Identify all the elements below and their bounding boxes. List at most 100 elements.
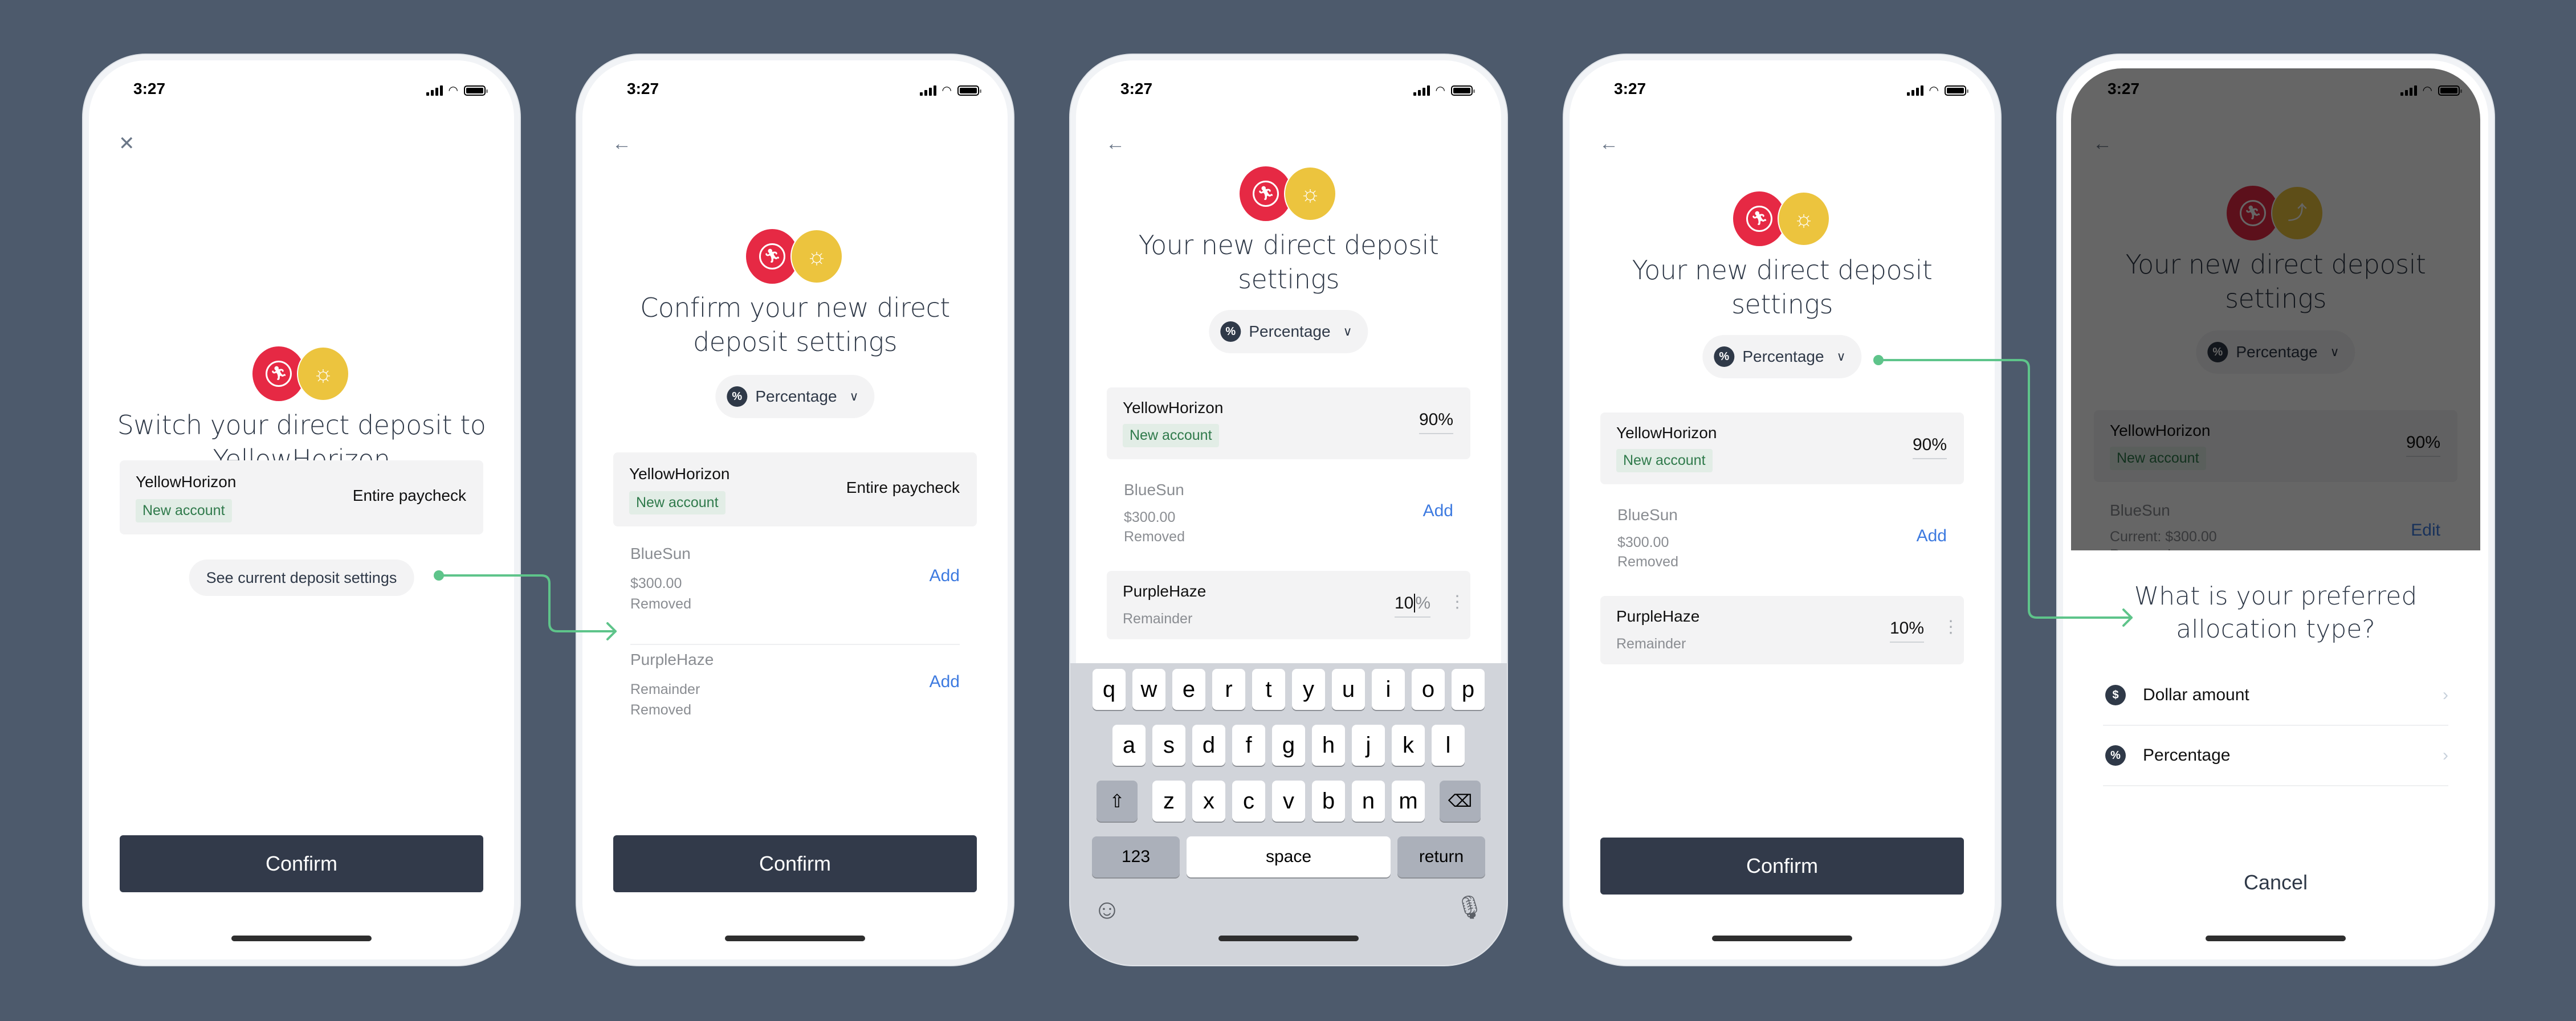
key-q[interactable]: q <box>1093 669 1126 710</box>
add-account-button[interactable]: Add <box>1917 526 1947 546</box>
more-options-icon[interactable]: ⋮ <box>1942 619 1959 636</box>
battery-icon <box>464 85 488 96</box>
shift-key[interactable]: ⇧ <box>1097 781 1138 822</box>
modal-overlay[interactable] <box>2071 68 2480 550</box>
key-x[interactable]: x <box>1192 781 1225 822</box>
remainder-account-card: PurpleHaze Remainder 10% ⋮ <box>1600 596 1964 664</box>
key-n[interactable]: n <box>1352 781 1385 822</box>
confirm-button[interactable]: Confirm <box>120 835 483 892</box>
status-bar: 3:27 ◠ <box>1070 80 1507 103</box>
wifi-icon: ◠ <box>448 84 458 97</box>
key-d[interactable]: d <box>1192 725 1225 766</box>
back-arrow-icon[interactable]: ← <box>612 132 635 155</box>
key-c[interactable]: c <box>1232 781 1265 822</box>
see-current-settings-button[interactable]: See current deposit settings <box>189 559 414 596</box>
account-sub: Remainder <box>1123 611 1193 627</box>
keyboard-bottom-icons: ☺ 🎙︎ <box>1093 894 1484 925</box>
new-account-badge: New account <box>1616 449 1713 472</box>
key-b[interactable]: b <box>1312 781 1345 822</box>
allocation-type-label: Percentage <box>1742 348 1824 365</box>
key-r[interactable]: r <box>1212 669 1245 710</box>
page-title: Your new direct deposit settings <box>1138 230 1439 295</box>
option-percentage[interactable]: % Percentage › <box>2103 726 2448 786</box>
account-name: YellowHorizon <box>629 465 730 483</box>
space-key[interactable]: space <box>1187 836 1391 877</box>
chevron-right-icon: › <box>2443 746 2448 765</box>
key-u[interactable]: u <box>1332 669 1365 710</box>
key-p[interactable]: p <box>1452 669 1485 710</box>
allocation-type-label: Percentage <box>755 387 837 405</box>
key-j[interactable]: j <box>1352 725 1385 766</box>
wifi-icon: ◠ <box>1435 84 1445 97</box>
chevron-down-icon: ∨ <box>1343 324 1352 338</box>
key-w[interactable]: w <box>1132 669 1165 710</box>
page-title: Your new direct deposit settings <box>1632 255 1933 320</box>
key-m[interactable]: m <box>1392 781 1425 822</box>
account-name: PurpleHaze <box>1616 607 1700 625</box>
percentage-input[interactable]: 10% <box>1889 619 1924 643</box>
key-l[interactable]: l <box>1432 725 1465 766</box>
account-status: Removed <box>1124 529 1185 545</box>
key-s[interactable]: s <box>1152 725 1185 766</box>
signal-icon <box>1906 85 1923 96</box>
chevron-right-icon: › <box>2443 685 2448 704</box>
emoji-icon[interactable]: ☺ <box>1093 894 1121 925</box>
new-account-badge: New account <box>629 491 725 514</box>
battery-icon <box>957 85 981 96</box>
status-bar: 3:27 ◠ <box>577 80 1013 103</box>
key-z[interactable]: z <box>1152 781 1185 822</box>
more-options-icon[interactable]: ⋮ <box>1449 594 1466 611</box>
percentage-input-focused[interactable]: 10% <box>1394 594 1430 618</box>
percent-icon: % <box>1714 346 1735 367</box>
new-account-badge: New account <box>136 499 232 522</box>
confirm-button[interactable]: Confirm <box>1600 838 1964 895</box>
key-a[interactable]: a <box>1112 725 1146 766</box>
cancel-button[interactable]: Cancel <box>2071 871 2480 895</box>
add-account-button[interactable]: Add <box>930 672 960 692</box>
confirm-button[interactable]: Confirm <box>613 835 977 892</box>
microphone-icon[interactable]: 🎙︎ <box>1455 894 1484 925</box>
account-name: YellowHorizon <box>1616 424 1717 442</box>
sun-logo-icon: ☼ <box>1778 191 1830 246</box>
return-key[interactable]: return <box>1397 836 1485 877</box>
home-indicator <box>231 936 372 941</box>
status-bar: 3:27 ◠ <box>1564 80 2000 103</box>
backspace-key[interactable]: ⌫ <box>1440 781 1481 822</box>
allocation-type-dropdown[interactable]: % Percentage ∨ <box>1209 310 1368 353</box>
account-sub: Remainder <box>1616 636 1686 652</box>
status-time: 3:27 <box>133 80 166 97</box>
account-name: PurpleHaze <box>1123 582 1207 600</box>
add-account-button[interactable]: Add <box>1423 501 1453 521</box>
percentage-input[interactable]: 90% <box>1419 410 1453 434</box>
dollar-icon: $ <box>2105 685 2126 705</box>
key-e[interactable]: e <box>1172 669 1205 710</box>
key-i[interactable]: i <box>1372 669 1405 710</box>
add-account-button[interactable]: Add <box>930 566 960 586</box>
key-v[interactable]: v <box>1272 781 1305 822</box>
account-amount: Remainder <box>630 681 700 697</box>
percentage-input[interactable]: 90% <box>1912 435 1947 459</box>
signal-icon <box>919 85 936 96</box>
allocation-type-dropdown[interactable]: % Percentage ∨ <box>715 375 875 418</box>
back-arrow-icon[interactable]: ← <box>1106 132 1128 155</box>
option-dollar-amount[interactable]: $ Dollar amount › <box>2103 665 2448 726</box>
key-o[interactable]: o <box>1412 669 1445 710</box>
sheet-title: What is your preferred allocation type? <box>2134 582 2418 644</box>
wifi-icon: ◠ <box>941 84 952 97</box>
key-f[interactable]: f <box>1232 725 1265 766</box>
key-k[interactable]: k <box>1392 725 1425 766</box>
account-amount: $300.00 <box>630 575 682 591</box>
back-arrow-icon[interactable]: ← <box>1599 132 1622 155</box>
numbers-key[interactable]: 123 <box>1092 836 1180 877</box>
key-y[interactable]: y <box>1292 669 1325 710</box>
status-time: 3:27 <box>627 80 659 97</box>
key-g[interactable]: g <box>1272 725 1305 766</box>
allocation-type-dropdown[interactable]: % Percentage ∨ <box>1702 335 1862 378</box>
divider <box>630 644 960 645</box>
key-h[interactable]: h <box>1312 725 1345 766</box>
close-icon[interactable]: ✕ <box>119 132 141 155</box>
keyboard-letters: zxcvbnm <box>1152 781 1425 822</box>
account-amount: Entire paycheck <box>846 479 960 496</box>
key-t[interactable]: t <box>1252 669 1285 710</box>
option-label: Percentage <box>2143 746 2231 765</box>
